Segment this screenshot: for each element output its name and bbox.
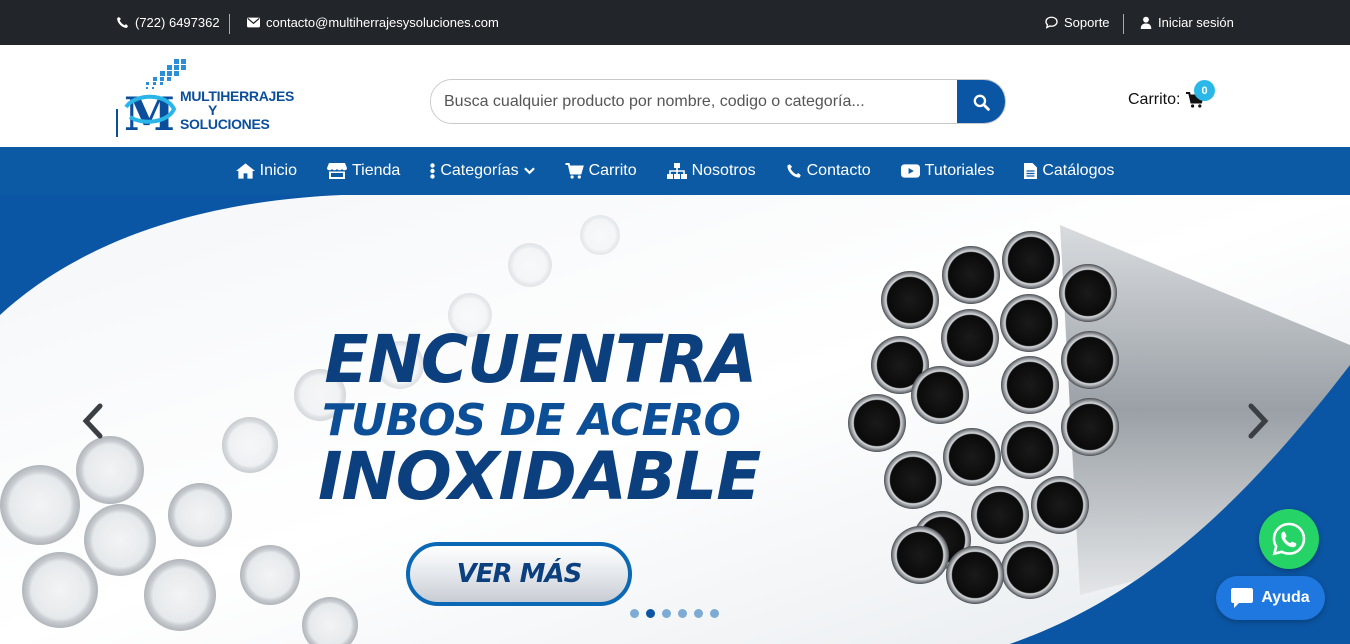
logo-line-1: MULTIHERRAJES xyxy=(180,88,295,104)
nav-label: Inicio xyxy=(259,162,297,179)
phone-number: (722) 6497362 xyxy=(135,15,220,30)
nav-item-categorias[interactable]: Categorías xyxy=(415,147,549,195)
nav-item-catalogos[interactable]: Catálogos xyxy=(1009,147,1129,195)
user-icon xyxy=(1140,16,1152,29)
phone-link[interactable]: (722) 6497362 xyxy=(116,0,220,45)
hero-headline-line-1: ENCUENTRA xyxy=(324,321,757,398)
support-label: Soporte xyxy=(1064,15,1110,30)
logo-line-3: SOLUCIONES xyxy=(180,116,270,132)
nav-label: Tienda xyxy=(351,162,401,179)
login-label: Iniciar sesión xyxy=(1158,15,1234,30)
logo[interactable]: M MULTIHERRAJES Y SOLUCIONES xyxy=(116,57,306,141)
sitemap-icon xyxy=(666,163,687,179)
vertical-dots-icon xyxy=(430,163,436,179)
header: M MULTIHERRAJES Y SOLUCIONES Carrito: 0 xyxy=(0,45,1350,147)
hero-carousel: ENCUENTRA TUBOS DE ACERO INOXIDABLE VER … xyxy=(0,195,1350,644)
svg-text:M: M xyxy=(124,87,175,137)
ver-mas-button[interactable]: VER MÁS xyxy=(406,542,632,606)
logo-line-2: Y xyxy=(207,102,218,118)
chevron-down-icon xyxy=(523,167,535,175)
nav-item-tutoriales[interactable]: Tutoriales xyxy=(886,147,1010,195)
nav-item-nosotros[interactable]: Nosotros xyxy=(652,147,771,195)
whatsapp-icon xyxy=(1272,522,1306,556)
logo-text: MULTIHERRAJES Y SOLUCIONES xyxy=(180,89,294,131)
store-icon xyxy=(326,163,347,179)
search-input[interactable] xyxy=(431,80,957,123)
nav-label: Carrito xyxy=(588,162,637,179)
help-chat-button[interactable]: Ayuda xyxy=(1216,576,1325,620)
carousel-dot[interactable] xyxy=(710,609,719,618)
hero-headline-line-3: INOXIDABLE xyxy=(318,438,761,515)
carousel-dot[interactable] xyxy=(630,609,639,618)
phone-icon xyxy=(787,164,801,178)
nav-label: Catálogos xyxy=(1042,162,1115,179)
home-icon xyxy=(235,163,255,179)
carousel-dot[interactable] xyxy=(694,609,703,618)
carousel-prev-arrow[interactable] xyxy=(80,403,104,439)
help-label: Ayuda xyxy=(1261,589,1310,606)
main-nav: Inicio Tienda Categorías Carrito Nosotro… xyxy=(0,147,1350,195)
envelope-icon xyxy=(247,17,260,28)
divider xyxy=(229,14,230,34)
nav-label: Contacto xyxy=(806,162,871,179)
document-icon xyxy=(1024,163,1038,179)
divider xyxy=(1123,14,1124,34)
login-link[interactable]: Iniciar sesión xyxy=(1140,0,1234,45)
nav-label: Categorías xyxy=(440,162,519,179)
search-icon xyxy=(973,94,990,111)
carousel-dot[interactable] xyxy=(646,609,655,618)
cart-icon xyxy=(565,163,584,179)
phone-icon xyxy=(117,16,129,28)
email-address: contacto@multiherrajesysoluciones.com xyxy=(266,15,499,30)
top-bar: (722) 6497362 contacto@multiherrajesysol… xyxy=(0,0,1350,45)
youtube-icon xyxy=(900,164,920,178)
nav-item-carrito[interactable]: Carrito xyxy=(550,147,652,195)
carousel-next-arrow[interactable] xyxy=(1247,403,1271,439)
search-button[interactable] xyxy=(957,80,1005,123)
cart-label: Carrito: xyxy=(1128,91,1181,108)
search-bar xyxy=(430,79,1006,124)
nav-item-inicio[interactable]: Inicio xyxy=(221,147,312,195)
carousel-indicators xyxy=(630,609,719,618)
nav-item-contacto[interactable]: Contacto xyxy=(771,147,886,195)
carousel-dot[interactable] xyxy=(678,609,687,618)
support-link[interactable]: Soporte xyxy=(1045,0,1110,45)
carousel-dot[interactable] xyxy=(662,609,671,618)
chat-bubble-icon xyxy=(1045,16,1058,29)
email-link[interactable]: contacto@multiherrajesysoluciones.com xyxy=(247,0,499,45)
cart-count-badge: 0 xyxy=(1194,80,1215,101)
nav-item-tienda[interactable]: Tienda xyxy=(312,147,415,195)
nav-label: Nosotros xyxy=(691,162,756,179)
chat-icon xyxy=(1231,588,1254,608)
nav-label: Tutoriales xyxy=(924,162,995,179)
header-cart[interactable]: Carrito: xyxy=(1128,91,1205,109)
whatsapp-button[interactable] xyxy=(1259,509,1319,569)
